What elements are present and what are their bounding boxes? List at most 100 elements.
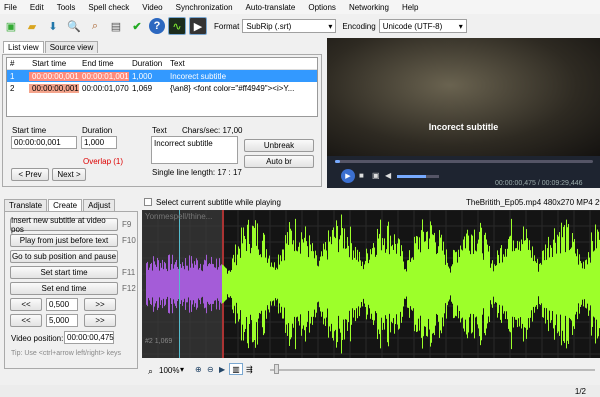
grid-header-cell[interactable]: #	[7, 59, 29, 68]
set-end-button[interactable]: Set end time	[10, 282, 118, 295]
overlap-warning: Overlap (1)	[83, 157, 124, 166]
wave-sample	[232, 258, 233, 310]
menu-item-tools[interactable]: Tools	[57, 3, 76, 12]
tab-list-view[interactable]: List view	[3, 41, 44, 53]
wave-slider-thumb[interactable]	[274, 364, 279, 374]
wave-sample	[382, 238, 383, 330]
wave-sample	[325, 242, 326, 326]
wave-sample	[291, 230, 292, 338]
play-before-button[interactable]: Play from just before text	[10, 234, 118, 247]
wave-sample	[527, 238, 528, 330]
wave-sample	[273, 267, 274, 301]
status-bar: 1/2	[0, 385, 600, 397]
grid-header-cell[interactable]: Duration	[129, 59, 167, 68]
select-current-checkbox[interactable]	[144, 198, 152, 206]
new-file-icon[interactable]: ▣	[2, 17, 20, 35]
wave-sample	[536, 262, 537, 306]
waveform-toggle-icon[interactable]: ∿	[168, 17, 186, 35]
help-icon[interactable]: ?	[149, 18, 165, 34]
wave-sample	[553, 239, 554, 329]
start-time-input[interactable]: 00:00:00,001	[11, 136, 77, 149]
zoom-dropdown-icon[interactable]: ▾	[180, 365, 184, 374]
video-progress-track[interactable]	[335, 160, 593, 163]
menu-item-auto-translate[interactable]: Auto-translate	[246, 3, 296, 12]
wave-sample	[164, 261, 165, 307]
menu-item-edit[interactable]: Edit	[30, 3, 44, 12]
tab-translate[interactable]: Translate	[4, 199, 48, 211]
playhead[interactable]	[179, 210, 180, 358]
spell-check-icon[interactable]: ✔	[128, 17, 146, 35]
wave-sample	[161, 267, 162, 301]
small-step-input[interactable]: 0,500	[46, 298, 78, 311]
table-row[interactable]: 1 00:00:00,001 00:00:01,001 1,000 Incorect s…	[7, 70, 317, 82]
insert-subtitle-button[interactable]: Insert new subtitle at video pos	[10, 216, 118, 234]
fwd-small-button[interactable]: >>	[84, 298, 116, 311]
wave-sample	[379, 233, 380, 335]
stop-icon[interactable]: ■	[359, 171, 364, 180]
wave-sample	[318, 266, 319, 302]
back-small-button[interactable]: <<	[10, 298, 42, 311]
save-icon[interactable]: ⬇	[44, 17, 62, 35]
menu-item-file[interactable]: File	[4, 3, 17, 12]
menu-item-options[interactable]: Options	[308, 3, 336, 12]
zoom-out-icon[interactable]: ⊖	[207, 365, 214, 374]
find-icon[interactable]: 🔍	[65, 17, 83, 35]
zoom-in-icon[interactable]: ⊕	[195, 365, 202, 374]
prev-button[interactable]: < Prev	[11, 168, 49, 181]
unbreak-button[interactable]: Unbreak	[244, 139, 314, 152]
wave-position-slider[interactable]	[270, 369, 595, 371]
fullscreen-icon[interactable]: ▣	[372, 171, 380, 180]
menu-item-video[interactable]: Video	[142, 3, 162, 12]
wave-sample	[259, 255, 260, 313]
wave-sample	[524, 240, 525, 328]
next-button[interactable]: Next >	[52, 168, 86, 181]
wave-play-icon[interactable]: ▶	[219, 365, 225, 374]
tab-create[interactable]: Create	[48, 199, 83, 211]
wave-sample	[154, 261, 155, 307]
open-folder-icon[interactable]: ▰	[23, 17, 41, 35]
wave-sample	[314, 258, 315, 310]
replace-icon[interactable]: ⌕	[86, 17, 104, 35]
format-select[interactable]: SubRip (.srt) ▾	[242, 19, 337, 33]
grid-header-cell[interactable]: End time	[79, 59, 129, 68]
wave-sample	[295, 218, 296, 350]
wave-mode-icon[interactable]: ▥	[229, 363, 243, 375]
wave-sample	[254, 227, 255, 341]
back-large-button[interactable]: <<	[10, 314, 42, 327]
video-position-input[interactable]: 00:00:00,475	[64, 331, 114, 344]
menu-item-help[interactable]: Help	[402, 3, 418, 12]
fwd-large-button[interactable]: >>	[84, 314, 116, 327]
encoding-select[interactable]: Unicode (UTF-8) ▾	[378, 19, 467, 33]
waveform-panel[interactable]: Yonmespell/thine... #2 1,069	[142, 210, 600, 358]
wave-sample	[191, 256, 192, 312]
wave-sample	[398, 238, 399, 330]
subtitle-text-input[interactable]: Incorrect subtitle	[151, 136, 238, 164]
auto-br-button[interactable]: Auto br	[244, 155, 314, 168]
zoom-icon[interactable]: ⌕	[148, 366, 153, 377]
tab-adjust[interactable]: Adjust	[83, 199, 116, 211]
wave-options-icon[interactable]: ⇶	[246, 365, 253, 374]
video-player[interactable]: Incorect subtitle ▶ ■ ▣ ◀ 00:00:00,475 /…	[327, 38, 600, 188]
large-step-input[interactable]: 5,000	[46, 314, 78, 327]
menu-item-networking[interactable]: Networking	[349, 3, 389, 12]
wave-sample	[368, 263, 369, 305]
wave-sample	[446, 249, 447, 319]
grid-header-cell[interactable]: Text	[167, 59, 317, 68]
zoom-value[interactable]: 100%	[159, 366, 179, 375]
wave-sample	[401, 245, 402, 323]
grid-header-cell[interactable]: Start time	[29, 59, 79, 68]
tab-source-view[interactable]: Source view	[44, 41, 99, 53]
set-start-button[interactable]: Set start time	[10, 266, 118, 279]
play-icon[interactable]: ▶	[341, 169, 355, 183]
menu-item-spell-check[interactable]: Spell check	[88, 3, 129, 12]
volume-slider[interactable]	[397, 175, 439, 178]
table-row[interactable]: 2 00:00:00,001 00:00:01,070 1,069 {\an8} <fo…	[7, 82, 317, 94]
volume-icon[interactable]: ◀	[385, 171, 391, 180]
duration-input[interactable]: 1,000	[81, 136, 117, 149]
goto-sub-button[interactable]: Go to sub position and pause	[10, 250, 118, 263]
video-toggle-icon[interactable]: ▶	[189, 17, 207, 35]
visual-sync-icon[interactable]: ▤	[107, 17, 125, 35]
menu-item-synchronization[interactable]: Synchronization	[176, 3, 233, 12]
wave-sample	[549, 257, 550, 311]
wave-sample	[548, 236, 549, 332]
